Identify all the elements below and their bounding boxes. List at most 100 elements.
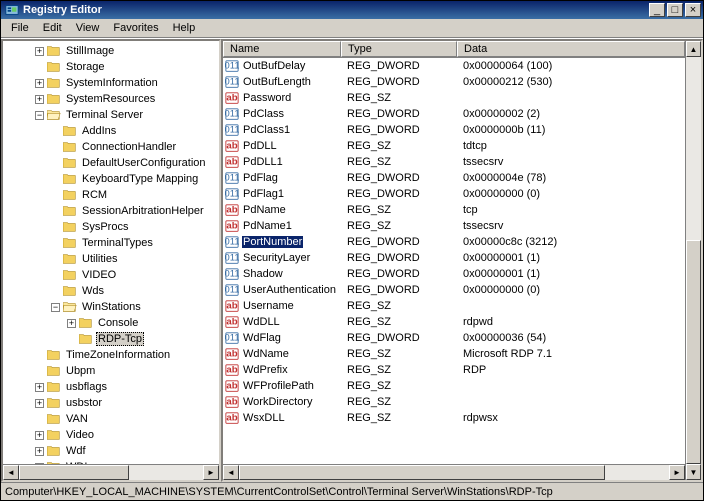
- expand-icon[interactable]: +: [67, 319, 76, 328]
- scroll-down-icon[interactable]: ▼: [686, 464, 701, 480]
- scroll-up-icon[interactable]: ▲: [686, 41, 701, 57]
- list-row[interactable]: 011SecurityLayerREG_DWORD0x00000001 (1): [223, 250, 685, 266]
- list-row[interactable]: 011ShadowREG_DWORD0x00000001 (1): [223, 266, 685, 282]
- tree-item[interactable]: −Terminal Server: [3, 107, 219, 123]
- tree-item-label: KeyboardType Mapping: [80, 173, 200, 185]
- scroll-left-icon[interactable]: ◄: [223, 465, 239, 480]
- tree-item[interactable]: VIDEO: [3, 267, 219, 283]
- tree-item[interactable]: −WinStations: [3, 299, 219, 315]
- tree-item[interactable]: SysProcs: [3, 219, 219, 235]
- expand-icon[interactable]: +: [35, 95, 44, 104]
- tree-item[interactable]: +usbstor: [3, 395, 219, 411]
- values-list[interactable]: 011OutBufDelayREG_DWORD0x00000064 (100)0…: [223, 58, 685, 464]
- expander-blank: [51, 239, 60, 248]
- expand-icon[interactable]: +: [35, 47, 44, 56]
- tree-item[interactable]: + usbflags: [3, 379, 219, 395]
- column-data[interactable]: Data: [457, 41, 685, 57]
- list-row[interactable]: abPdNameREG_SZtcp: [223, 202, 685, 218]
- value-type: REG_SZ: [341, 396, 457, 408]
- binary-value-icon: 011: [225, 267, 239, 281]
- list-vscrollbar[interactable]: ▲ ▼: [685, 41, 701, 480]
- menu-edit[interactable]: Edit: [37, 20, 68, 36]
- registry-tree[interactable]: +StillImageStorage+SystemInformation+Sys…: [3, 41, 219, 464]
- tree-item[interactable]: +Wdf: [3, 443, 219, 459]
- list-row[interactable]: abWdDLLREG_SZrdpwd: [223, 314, 685, 330]
- list-row[interactable]: abPasswordREG_SZ: [223, 90, 685, 106]
- tree-item[interactable]: RDP-Tcp: [3, 331, 219, 347]
- scroll-left-icon[interactable]: ◄: [3, 465, 19, 480]
- close-button[interactable]: ×: [685, 3, 701, 17]
- tree-item-label: usbflags: [64, 381, 109, 393]
- list-row[interactable]: 011PdClassREG_DWORD0x00000002 (2): [223, 106, 685, 122]
- tree-item[interactable]: DefaultUserConfiguration: [3, 155, 219, 171]
- value-data: 0x00000000 (0): [457, 188, 685, 200]
- tree-item[interactable]: KeyboardType Mapping: [3, 171, 219, 187]
- menu-view[interactable]: View: [70, 20, 106, 36]
- scroll-right-icon[interactable]: ►: [669, 465, 685, 480]
- tree-item[interactable]: ConnectionHandler: [3, 139, 219, 155]
- tree-item[interactable]: + Video: [3, 427, 219, 443]
- list-hscrollbar[interactable]: ◄ ►: [223, 464, 685, 480]
- list-row[interactable]: abWorkDirectoryREG_SZ: [223, 394, 685, 410]
- tree-item[interactable]: Storage: [3, 59, 219, 75]
- tree-item[interactable]: Utilities: [3, 251, 219, 267]
- tree-item-label: Storage: [64, 61, 107, 73]
- tree-item[interactable]: +SystemInformation: [3, 75, 219, 91]
- list-row[interactable]: abUsernameREG_SZ: [223, 298, 685, 314]
- collapse-icon[interactable]: −: [35, 111, 44, 120]
- expander-blank: [67, 335, 76, 344]
- minimize-button[interactable]: _: [649, 3, 665, 17]
- list-row[interactable]: 011PdClass1REG_DWORD0x0000000b (11): [223, 122, 685, 138]
- value-data: 0x00000c8c (3212): [457, 236, 685, 248]
- maximize-button[interactable]: □: [667, 3, 683, 17]
- tree-item-label: TerminalTypes: [80, 237, 155, 249]
- scroll-right-icon[interactable]: ►: [203, 465, 219, 480]
- list-row[interactable]: 011PdFlag1REG_DWORD0x00000000 (0): [223, 186, 685, 202]
- tree-item[interactable]: AddIns: [3, 123, 219, 139]
- list-row[interactable]: abWdNameREG_SZMicrosoft RDP 7.1: [223, 346, 685, 362]
- list-row[interactable]: abWFProfilePathREG_SZ: [223, 378, 685, 394]
- folder-icon: [63, 189, 77, 201]
- list-row[interactable]: 011PdFlagREG_DWORD0x0000004e (78): [223, 170, 685, 186]
- expand-icon[interactable]: +: [35, 79, 44, 88]
- list-row[interactable]: abPdDLLREG_SZtdtcp: [223, 138, 685, 154]
- svg-text:ab: ab: [226, 349, 237, 360]
- expand-icon[interactable]: +: [35, 399, 44, 408]
- list-row[interactable]: abWsxDLLREG_SZrdpwsx: [223, 410, 685, 426]
- list-row[interactable]: abWdPrefixREG_SZRDP: [223, 362, 685, 378]
- list-row[interactable]: 011UserAuthenticationREG_DWORD0x00000000…: [223, 282, 685, 298]
- tree-item[interactable]: SessionArbitrationHelper: [3, 203, 219, 219]
- value-type: REG_SZ: [341, 220, 457, 232]
- tree-item-label: DefaultUserConfiguration: [80, 157, 208, 169]
- menu-help[interactable]: Help: [167, 20, 202, 36]
- column-type[interactable]: Type: [341, 41, 457, 57]
- menubar: File Edit View Favorites Help: [1, 19, 703, 38]
- menu-favorites[interactable]: Favorites: [107, 20, 164, 36]
- list-row[interactable]: 011OutBufDelayREG_DWORD0x00000064 (100): [223, 58, 685, 74]
- tree-hscrollbar[interactable]: ◄ ►: [3, 464, 219, 480]
- list-row[interactable]: 011PortNumberREG_DWORD0x00000c8c (3212): [223, 234, 685, 250]
- tree-item[interactable]: +StillImage: [3, 43, 219, 59]
- expand-icon[interactable]: +: [35, 447, 44, 456]
- tree-item[interactable]: VAN: [3, 411, 219, 427]
- tree-item[interactable]: TerminalTypes: [3, 235, 219, 251]
- tree-item[interactable]: +SystemResources: [3, 91, 219, 107]
- folder-icon: [47, 349, 61, 361]
- menu-file[interactable]: File: [5, 20, 35, 36]
- tree-item[interactable]: Wds: [3, 283, 219, 299]
- string-value-icon: ab: [225, 139, 239, 153]
- tree-item[interactable]: TimeZoneInformation: [3, 347, 219, 363]
- list-row[interactable]: 011WdFlagREG_DWORD0x00000036 (54): [223, 330, 685, 346]
- collapse-icon[interactable]: −: [51, 303, 60, 312]
- expand-icon[interactable]: +: [35, 383, 44, 392]
- column-name[interactable]: Name: [223, 41, 341, 57]
- tree-item[interactable]: RCM: [3, 187, 219, 203]
- value-type: REG_SZ: [341, 300, 457, 312]
- tree-item[interactable]: Ubpm: [3, 363, 219, 379]
- list-row[interactable]: abPdDLL1REG_SZtssecsrv: [223, 154, 685, 170]
- list-row[interactable]: 011OutBufLengthREG_DWORD0x00000212 (530): [223, 74, 685, 90]
- tree-item[interactable]: +Console: [3, 315, 219, 331]
- expand-icon[interactable]: +: [35, 431, 44, 440]
- tree-item-label: Video: [64, 429, 96, 441]
- list-row[interactable]: abPdName1REG_SZtssecsrv: [223, 218, 685, 234]
